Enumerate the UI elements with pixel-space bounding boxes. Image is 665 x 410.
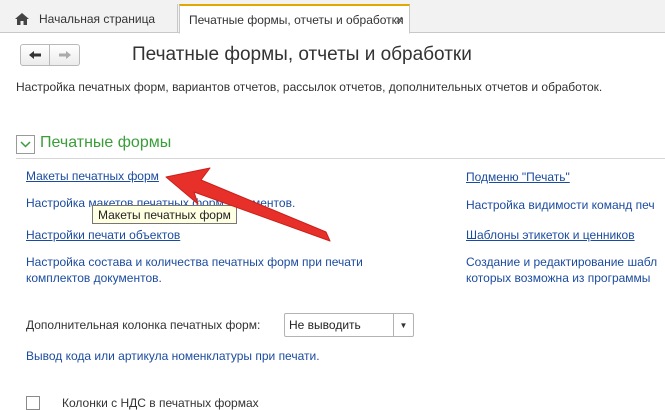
home-icon — [14, 12, 30, 26]
close-icon[interactable]: × — [395, 12, 403, 27]
vat-columns-label: Колонки с НДС в печатных формах — [62, 396, 259, 410]
extra-column-hint: Вывод кода или артикула номенклатуры при… — [26, 349, 320, 363]
arrow-right-icon — [58, 51, 71, 59]
tab-print-forms[interactable]: Печатные формы, отчеты и обработки × — [179, 4, 410, 34]
create-edit-templates-link[interactable]: Создание и редактирование шабл которых в… — [466, 254, 665, 286]
section-title: Печатные формы — [40, 134, 172, 151]
tab-bar: Начальная страница Печатные формы, отчет… — [0, 0, 665, 34]
visibility-settings-link[interactable]: Настройка видимости команд печ — [466, 198, 655, 212]
section-collapse-toggle[interactable] — [16, 135, 35, 154]
tab-home-label: Начальная страница — [39, 11, 156, 26]
print-settings-link[interactable]: Настройки печати объектов — [26, 228, 180, 242]
tooltip: Макеты печатных форм — [92, 205, 237, 224]
templates-link[interactable]: Макеты печатных форм — [26, 169, 159, 183]
page-subtitle: Настройка печатных форм, вариантов отчет… — [16, 80, 603, 94]
extra-column-select[interactable]: Не выводить ▼ — [284, 313, 414, 337]
compose-settings-link[interactable]: Настройка состава и количества печатных … — [26, 254, 396, 286]
forward-button[interactable] — [50, 44, 80, 66]
tab-print-forms-label: Печатные формы, отчеты и обработки — [189, 12, 404, 27]
tab-home[interactable]: Начальная страница — [8, 4, 178, 33]
back-button[interactable] — [20, 44, 50, 66]
label-templates-link[interactable]: Шаблоны этикеток и ценников — [466, 228, 635, 242]
extra-column-select-value: Не выводить — [289, 318, 361, 332]
page-title: Печатные формы, отчеты и обработки — [132, 44, 472, 65]
extra-column-label: Дополнительная колонка печатных форм: — [26, 318, 261, 332]
vat-columns-checkbox[interactable] — [26, 396, 40, 410]
section-divider — [16, 158, 665, 159]
dropdown-arrow-icon[interactable]: ▼ — [393, 314, 413, 336]
chevron-down-icon — [20, 141, 31, 148]
arrow-left-icon — [29, 51, 41, 59]
print-submenu-link[interactable]: Подменю "Печать" — [466, 170, 570, 184]
